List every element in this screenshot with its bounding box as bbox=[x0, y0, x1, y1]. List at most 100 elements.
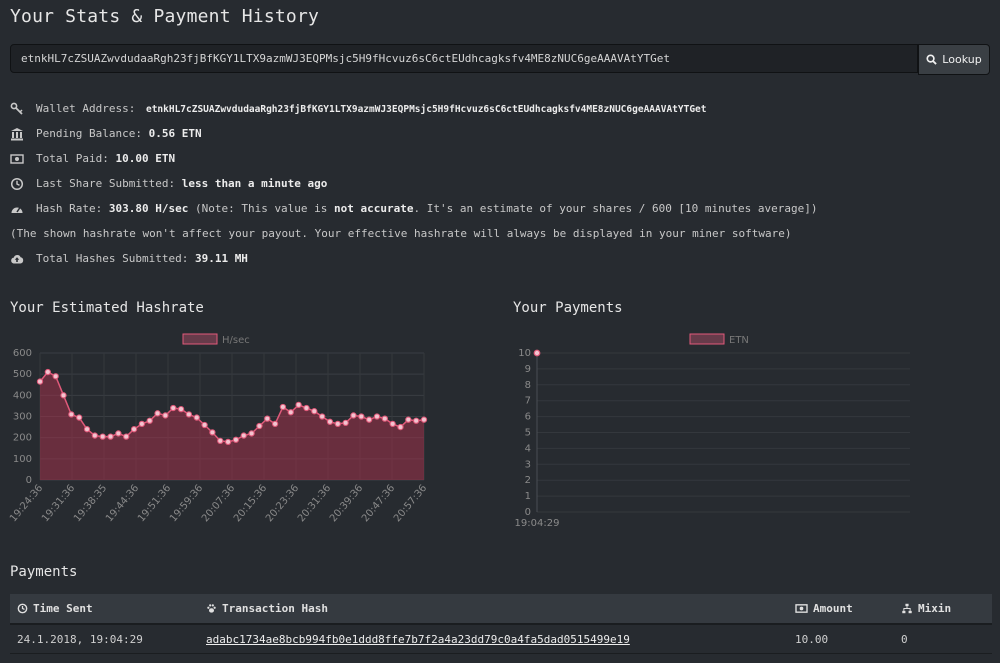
legend-swatch bbox=[689, 333, 725, 345]
hashrate-point bbox=[256, 422, 263, 430]
hashrate-chart-title: Your Estimated Hashrate bbox=[10, 300, 204, 316]
total-hashes-label: Total Hashes Submitted: bbox=[36, 252, 189, 265]
hashrate-point bbox=[326, 418, 334, 425]
hash-rate-note-pre: (Note: This value is bbox=[194, 202, 328, 215]
hashrate-point bbox=[146, 417, 153, 424]
total-hashes-row: Total Hashes Submitted: 39.11 MH bbox=[10, 252, 248, 266]
y-tick-label: 0 bbox=[26, 475, 32, 486]
payment-point bbox=[533, 349, 541, 357]
legend-label: ETN bbox=[729, 335, 749, 346]
hashrate-point bbox=[271, 420, 279, 428]
last-share-label: Last Share Submitted: bbox=[36, 177, 176, 190]
hashrate-point bbox=[405, 416, 412, 423]
hashrate-point bbox=[60, 392, 67, 399]
hashrate-point bbox=[193, 414, 200, 421]
y-tick-label: 10 bbox=[518, 348, 531, 359]
payments-table-header: Time Sent Transaction Hash Amount Mixin bbox=[10, 594, 992, 625]
hash-rate-value: 303.80 H/sec bbox=[108, 202, 189, 215]
table-row: 24.1.2018, 19:04:29 adabc1734ae8bcb994fb… bbox=[10, 625, 992, 654]
wallet-address-value: etnkHL7cZSUAZwvdudaaRgh23fjBfKGY1LTX9azm… bbox=[145, 104, 707, 115]
total-paid-row: Total Paid: 10.00 ETN bbox=[10, 152, 175, 166]
hashrate-point bbox=[318, 413, 326, 420]
hashrate-point bbox=[365, 416, 373, 423]
money-icon bbox=[10, 154, 24, 164]
legend-label: H/sec bbox=[222, 335, 250, 346]
transaction-hash-link[interactable]: adabc1734ae8bcb994fb0e1ddd8ffe7b7f2a4a23… bbox=[206, 633, 630, 646]
key-icon bbox=[10, 102, 23, 115]
y-tick-label: 0 bbox=[525, 507, 531, 518]
wallet-address-row: Wallet Address: etnkHL7cZSUAZwvdudaaRgh2… bbox=[10, 102, 706, 116]
pending-balance-label: Pending Balance: bbox=[36, 127, 142, 140]
hashrate-point bbox=[224, 438, 232, 446]
y-tick-label: 500 bbox=[13, 369, 32, 380]
search-icon bbox=[926, 54, 938, 65]
hashrate-point bbox=[107, 433, 114, 440]
hashrate-point bbox=[177, 405, 185, 413]
hashrate-point bbox=[217, 437, 224, 444]
y-tick-label: 400 bbox=[13, 390, 32, 401]
y-tick-label: 9 bbox=[525, 364, 531, 375]
hashrate-point bbox=[36, 378, 44, 385]
hash-rate-row: Hash Rate: 303.80 H/sec (Note: This valu… bbox=[10, 202, 818, 216]
hashrate-point bbox=[420, 416, 428, 423]
payments-table-title: Payments bbox=[10, 564, 78, 580]
pending-balance-value: 0.56 ETN bbox=[148, 127, 202, 140]
payments-chart-title: Your Payments bbox=[513, 300, 623, 316]
hashrate-point bbox=[358, 413, 365, 420]
hashrate-point bbox=[83, 426, 91, 433]
hashrate-point bbox=[389, 420, 396, 428]
payment-amount: 10.00 bbox=[795, 632, 829, 646]
dashboard-icon bbox=[11, 207, 23, 213]
hashrate-point bbox=[201, 421, 208, 429]
lookup-button[interactable]: Lookup bbox=[918, 44, 990, 75]
hashrate-point bbox=[248, 430, 255, 437]
hashrate-point bbox=[264, 415, 271, 422]
total-hashes-value: 39.11 MH bbox=[194, 252, 248, 265]
hashrate-point bbox=[130, 426, 138, 433]
hashrate-point bbox=[185, 411, 193, 418]
legend-swatch bbox=[182, 333, 218, 345]
hash-rate-note-bold: not accurate bbox=[334, 202, 414, 215]
y-tick-label: 1 bbox=[525, 491, 531, 502]
y-tick-label: 4 bbox=[525, 443, 531, 454]
hashrate-point bbox=[162, 412, 169, 419]
header-mixin: Mixin bbox=[901, 594, 951, 623]
header-time-label: Time Sent bbox=[33, 602, 93, 615]
header-amount-label: Amount bbox=[813, 602, 853, 615]
last-share-row: Last Share Submitted: less than a minute… bbox=[10, 177, 327, 191]
lookup-form: Lookup bbox=[10, 44, 990, 75]
hash-rate-label: Hash Rate: bbox=[36, 202, 103, 215]
cloud-upload-icon bbox=[11, 254, 24, 264]
hashrate-point bbox=[397, 423, 404, 431]
wallet-address-input[interactable] bbox=[10, 44, 918, 73]
hashrate-point bbox=[170, 404, 177, 412]
header-mixin-label: Mixin bbox=[918, 602, 952, 615]
hashrate-point bbox=[232, 436, 240, 443]
hashrate-point bbox=[68, 411, 75, 418]
y-tick-label: 200 bbox=[13, 433, 32, 444]
y-tick-label: 8 bbox=[525, 380, 531, 391]
hashrate-point bbox=[279, 403, 287, 411]
y-tick-label: 600 bbox=[13, 348, 32, 359]
y-tick-label: 3 bbox=[525, 459, 531, 470]
clock-icon bbox=[17, 603, 28, 614]
hashrate-point bbox=[44, 368, 51, 376]
hashrate-point bbox=[123, 433, 130, 440]
x-tick-label: 20:57:36 bbox=[392, 483, 429, 524]
x-tick-label: 19:04:29 bbox=[515, 518, 560, 529]
hashrate-point bbox=[381, 415, 388, 422]
hashrate-point bbox=[295, 401, 302, 409]
hashrate-point bbox=[311, 408, 318, 415]
header-hash-label: Transaction Hash bbox=[222, 602, 328, 615]
y-tick-label: 100 bbox=[13, 454, 32, 465]
header-amount: Amount bbox=[795, 594, 853, 623]
total-paid-label: Total Paid: bbox=[36, 152, 109, 165]
page-title: Your Stats & Payment History bbox=[10, 6, 320, 27]
hashrate-point bbox=[342, 419, 349, 426]
hashrate-point bbox=[334, 420, 341, 428]
hashrate-point bbox=[287, 409, 294, 416]
bank-icon bbox=[11, 128, 23, 141]
hash-rate-note-post: . It's an estimate of your shares / 600 … bbox=[413, 202, 818, 215]
pending-balance-row: Pending Balance: 0.56 ETN bbox=[10, 127, 202, 141]
clock-icon bbox=[10, 177, 24, 191]
